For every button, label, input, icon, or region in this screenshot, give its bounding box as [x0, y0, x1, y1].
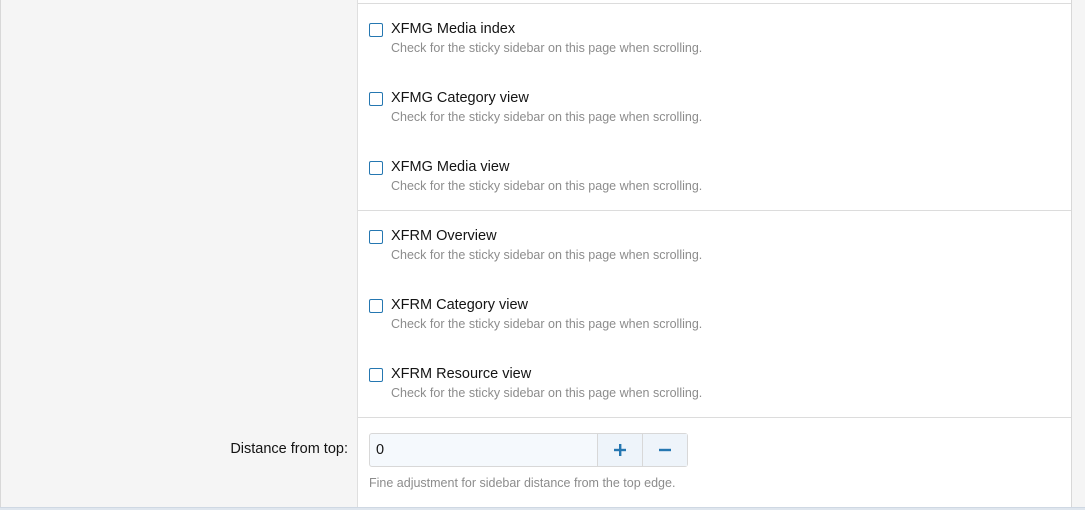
plus-icon — [614, 444, 626, 456]
option-label[interactable]: XFRM Resource view — [391, 366, 531, 382]
option-label[interactable]: XFRM Overview — [391, 228, 497, 244]
distance-input[interactable] — [370, 434, 597, 466]
option-hint: Check for the sticky sidebar on this pag… — [391, 386, 703, 400]
checkbox[interactable] — [369, 230, 383, 244]
section-divider — [358, 417, 1071, 418]
checkbox[interactable] — [369, 368, 383, 382]
distance-number-box — [369, 433, 688, 467]
option-label[interactable]: XFMG Media index — [391, 21, 515, 37]
option-label[interactable]: XFMG Media view — [391, 159, 509, 175]
checkbox[interactable] — [369, 161, 383, 175]
form-label-column — [0, 0, 358, 508]
distance-hint: Fine adjustment for sidebar distance fro… — [369, 476, 676, 490]
option-hint: Check for the sticky sidebar on this pag… — [391, 179, 703, 193]
option-hint: Check for the sticky sidebar on this pag… — [391, 41, 703, 55]
option-label[interactable]: XFMG Category view — [391, 90, 529, 106]
section-divider — [358, 3, 1071, 4]
increment-button[interactable] — [597, 434, 642, 466]
options-form: XFMG Media index Check for the sticky si… — [0, 0, 1085, 510]
checkbox[interactable] — [369, 92, 383, 106]
option-label[interactable]: XFRM Category view — [391, 297, 528, 313]
option-hint: Check for the sticky sidebar on this pag… — [391, 248, 703, 262]
option-hint: Check for the sticky sidebar on this pag… — [391, 317, 703, 331]
minus-icon — [659, 448, 671, 452]
option-hint: Check for the sticky sidebar on this pag… — [391, 110, 703, 124]
form-right-gutter — [1071, 0, 1085, 508]
checkbox[interactable] — [369, 299, 383, 313]
checkbox[interactable] — [369, 23, 383, 37]
distance-from-top-label: Distance from top: — [230, 441, 348, 457]
section-divider — [358, 210, 1071, 211]
decrement-button[interactable] — [642, 434, 687, 466]
